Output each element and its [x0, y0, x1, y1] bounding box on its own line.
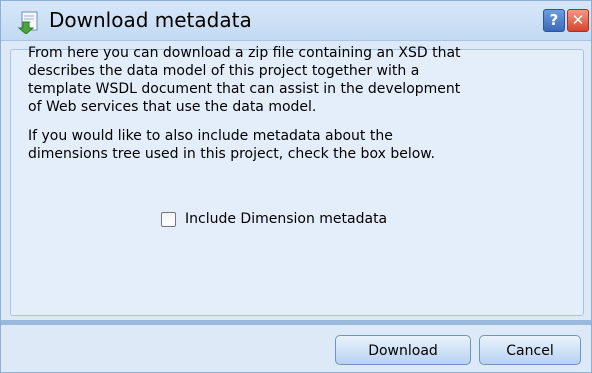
include-dimension-metadata-checkbox[interactable]: [161, 211, 176, 227]
help-icon: ?: [549, 11, 559, 29]
title-bar: Download metadata ? ✕: [1, 1, 591, 41]
close-icon: ✕: [571, 11, 585, 29]
close-button[interactable]: ✕: [567, 9, 589, 32]
dimension-instructions-paragraph: If you would like to also include metada…: [28, 128, 435, 162]
dialog-footer: Download Cancel: [1, 325, 591, 372]
dialog-title: Download metadata: [49, 8, 252, 32]
description-paragraph: From here you can download a zip file co…: [28, 45, 461, 115]
download-metadata-dialog: Download metadata ? ✕ From here you can …: [0, 0, 592, 373]
download-button[interactable]: Download: [335, 335, 471, 365]
cancel-button[interactable]: Cancel: [479, 335, 581, 365]
help-button[interactable]: ?: [543, 9, 565, 32]
include-dimension-metadata-option[interactable]: Include Dimension metadata: [161, 210, 387, 228]
include-dimension-metadata-label[interactable]: Include Dimension metadata: [185, 211, 387, 227]
download-metadata-icon: [16, 10, 40, 35]
